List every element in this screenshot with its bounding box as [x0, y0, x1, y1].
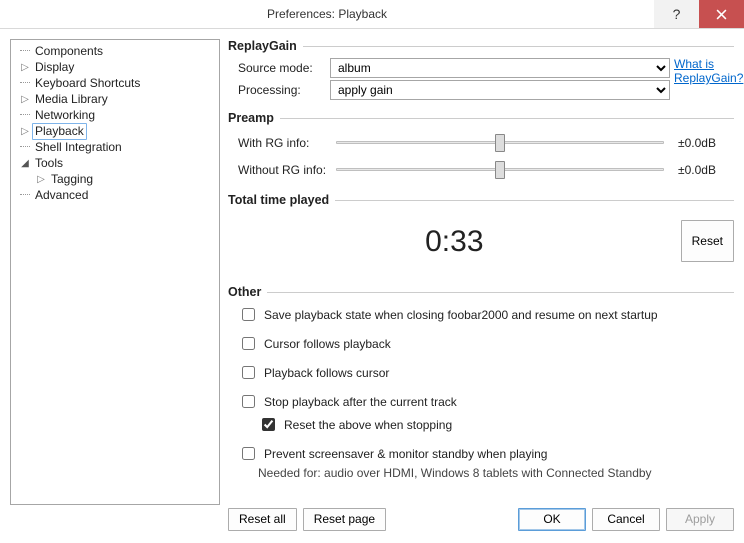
source-mode-label: Source mode: — [238, 61, 324, 75]
apply-button[interactable]: Apply — [666, 508, 734, 531]
reset-page-button[interactable]: Reset page — [303, 508, 386, 531]
cancel-button[interactable]: Cancel — [592, 508, 660, 531]
replaygain-help-link[interactable]: What is ReplayGain? — [670, 57, 734, 101]
tree-item[interactable]: ▷Tagging — [14, 171, 216, 187]
without-rg-label: Without RG info: — [238, 163, 334, 177]
with-rg-value: ±0.0dB — [674, 136, 734, 150]
with-rg-label: With RG info: — [238, 136, 334, 150]
processing-label: Processing: — [238, 83, 324, 97]
tree-collapsed-icon: ▷ — [34, 172, 48, 187]
tree-leaf-icon — [18, 76, 32, 91]
other-group: Other Save playback state when closing f… — [228, 285, 734, 480]
tree-leaf-icon — [18, 44, 32, 59]
tree-item[interactable]: Networking — [14, 107, 216, 123]
tree-item[interactable]: Advanced — [14, 187, 216, 203]
cursor-follows-label: Cursor follows playback — [264, 337, 391, 351]
reset-all-button[interactable]: Reset all — [228, 508, 297, 531]
tree-item-label: Advanced — [32, 188, 91, 203]
tree-item-label: Networking — [32, 108, 98, 123]
preamp-group: Preamp With RG info: ±0.0dB Without RG i… — [228, 111, 734, 183]
divider — [303, 46, 734, 47]
tree-leaf-icon — [18, 188, 32, 203]
prevent-screensaver-checkbox[interactable] — [242, 447, 255, 460]
playback-follows-checkbox[interactable] — [242, 366, 255, 379]
tree-leaf-icon — [18, 140, 32, 155]
divider — [267, 292, 734, 293]
tree-item-label: Shell Integration — [32, 140, 125, 155]
help-button[interactable]: ? — [654, 0, 699, 28]
footer-button-bar: Reset all Reset page OK Cancel Apply — [10, 505, 734, 533]
playback-follows-label: Playback follows cursor — [264, 366, 389, 380]
tree-collapsed-icon: ▷ — [18, 92, 32, 107]
tree-item-label: Media Library — [32, 92, 111, 107]
replaygain-title: ReplayGain — [228, 39, 297, 53]
source-mode-select[interactable]: album — [330, 58, 670, 78]
tree-item-label: Playback — [32, 123, 87, 140]
tree-expanded-icon: ◢ — [18, 156, 32, 171]
with-rg-slider[interactable] — [336, 133, 664, 151]
save-state-label: Save playback state when closing foobar2… — [264, 308, 658, 322]
close-icon — [716, 9, 727, 20]
reset-total-button[interactable]: Reset — [681, 220, 734, 262]
other-title: Other — [228, 285, 261, 299]
divider — [335, 200, 734, 201]
titlebar: Preferences: Playback ? — [0, 0, 744, 29]
total-time-value: 0:33 — [228, 217, 681, 265]
tree-item[interactable]: ▷Media Library — [14, 91, 216, 107]
save-state-checkbox[interactable] — [242, 308, 255, 321]
reset-when-stop-label: Reset the above when stopping — [284, 418, 452, 432]
tree-item-label: Components — [32, 44, 106, 59]
tree-leaf-icon — [18, 108, 32, 123]
without-rg-slider[interactable] — [336, 160, 664, 178]
total-time-group: Total time played 0:33 Reset — [228, 193, 734, 275]
tree-item[interactable]: ▷Display — [14, 59, 216, 75]
tree-item[interactable]: ▷Playback — [14, 123, 216, 139]
category-tree-panel: Components▷DisplayKeyboard Shortcuts▷Med… — [10, 39, 220, 505]
tree-item[interactable]: Components — [14, 43, 216, 59]
settings-panel: ReplayGain Source mode: album Processing… — [228, 39, 734, 499]
window-title: Preferences: Playback — [0, 0, 654, 28]
category-tree[interactable]: Components▷DisplayKeyboard Shortcuts▷Med… — [14, 43, 216, 203]
cursor-follows-checkbox[interactable] — [242, 337, 255, 350]
tree-collapsed-icon: ▷ — [18, 124, 32, 139]
tree-item[interactable]: Shell Integration — [14, 139, 216, 155]
tree-collapsed-icon: ▷ — [18, 60, 32, 75]
close-button[interactable] — [699, 0, 744, 28]
ok-button[interactable]: OK — [518, 508, 586, 531]
preamp-title: Preamp — [228, 111, 274, 125]
screensaver-hint: Needed for: audio over HDMI, Windows 8 t… — [228, 466, 734, 480]
content-area: Components▷DisplayKeyboard Shortcuts▷Med… — [0, 29, 744, 509]
replaygain-group: ReplayGain Source mode: album Processing… — [228, 39, 734, 101]
processing-select[interactable]: apply gain — [330, 80, 670, 100]
tree-item-label: Tagging — [48, 172, 96, 187]
stop-after-checkbox[interactable] — [242, 395, 255, 408]
tree-item[interactable]: ◢Tools — [14, 155, 216, 171]
tree-item-label: Keyboard Shortcuts — [32, 76, 143, 91]
reset-when-stop-checkbox[interactable] — [262, 418, 275, 431]
stop-after-label: Stop playback after the current track — [264, 395, 457, 409]
prevent-screensaver-label: Prevent screensaver & monitor standby wh… — [264, 447, 547, 461]
total-time-title: Total time played — [228, 193, 329, 207]
divider — [280, 118, 734, 119]
tree-item-label: Display — [32, 60, 77, 75]
help-icon: ? — [673, 6, 681, 22]
tree-item-label: Tools — [32, 156, 66, 171]
without-rg-value: ±0.0dB — [674, 163, 734, 177]
tree-item[interactable]: Keyboard Shortcuts — [14, 75, 216, 91]
